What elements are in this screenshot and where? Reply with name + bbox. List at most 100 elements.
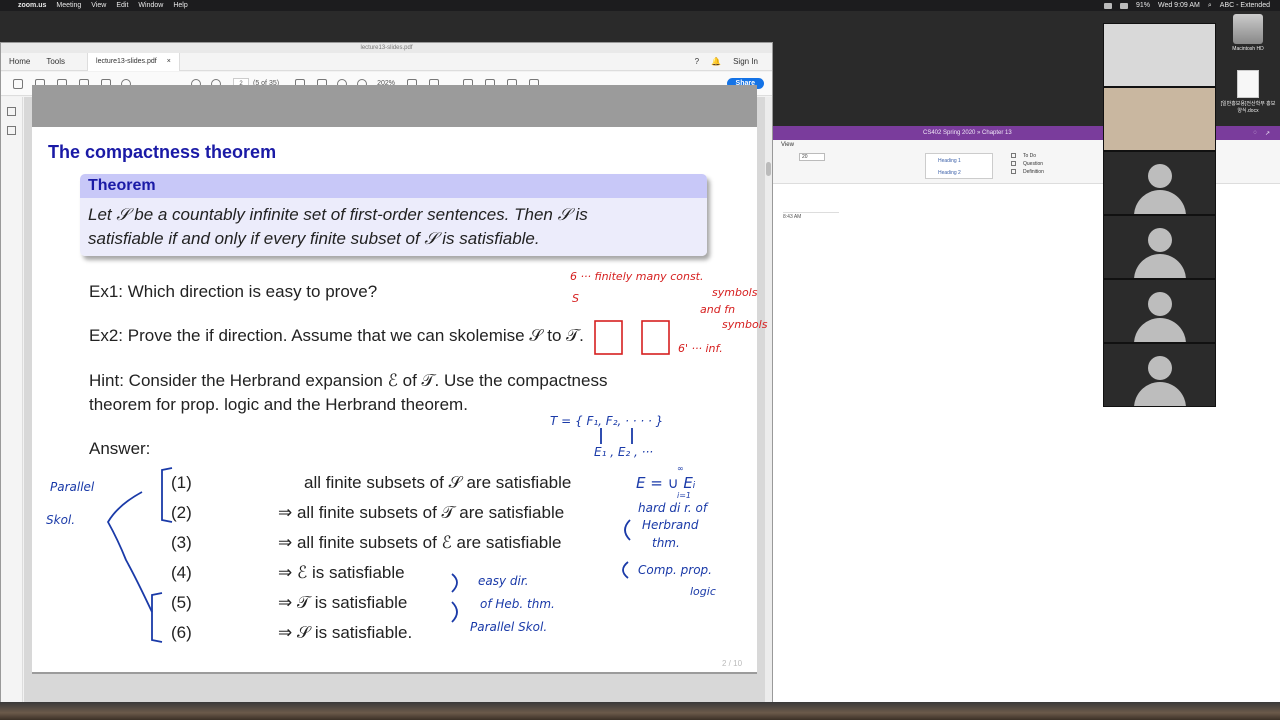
video-tile[interactable] bbox=[1104, 152, 1215, 214]
note-timestamp: 8:43 AM bbox=[783, 214, 802, 220]
video-tile[interactable] bbox=[1104, 280, 1215, 342]
video-tile[interactable] bbox=[1104, 344, 1215, 406]
avatar-icon bbox=[1148, 292, 1172, 316]
theorem-line-1: Let 𝒮 be a countably infinite set of fir… bbox=[88, 205, 588, 224]
theorem-line-2: satisfiable if and only if every finite … bbox=[88, 229, 540, 248]
hard-drive-icon bbox=[1233, 14, 1263, 44]
answer-num: (4) bbox=[171, 563, 192, 582]
menu-edit[interactable]: Edit bbox=[116, 2, 128, 9]
answer-num: (1) bbox=[171, 473, 192, 492]
video-tile[interactable] bbox=[1104, 216, 1215, 278]
tab-tools[interactable]: Tools bbox=[38, 57, 73, 66]
styles-gallery[interactable]: Heading 1 Heading 2 bbox=[925, 153, 993, 179]
dropbox-icon[interactable] bbox=[1103, 2, 1112, 9]
tab-document-label: lecture13-slides.pdf bbox=[96, 58, 157, 65]
style-heading-1[interactable]: Heading 1 bbox=[938, 158, 961, 164]
answer-num: (6) bbox=[171, 623, 192, 642]
exercise-1: Ex1: Which direction is easy to prove? bbox=[89, 282, 378, 301]
avatar-icon bbox=[1148, 228, 1172, 252]
desktop-doc-label: [일반홍보용]전산학부 홍보양식.docx bbox=[1220, 101, 1276, 114]
hint-line-1: Hint: Consider the Herbrand expansion ℰ … bbox=[89, 371, 608, 390]
help-icon[interactable]: ? bbox=[695, 57, 699, 66]
acrobat-window-title: lecture13-slides.pdf bbox=[1, 43, 772, 53]
menu-help[interactable]: Help bbox=[173, 2, 187, 9]
theorem-block: Theorem Let 𝒮 be a countably infinite se… bbox=[80, 174, 707, 256]
checkbox-icon bbox=[1011, 153, 1016, 158]
slide-footer-bar bbox=[32, 672, 757, 674]
tab-home[interactable]: Home bbox=[1, 57, 38, 66]
avatar-icon bbox=[1148, 356, 1172, 380]
tag-label: To Do bbox=[1023, 153, 1037, 159]
tag-question[interactable]: Question bbox=[1009, 160, 1099, 168]
scrollbar[interactable] bbox=[765, 97, 772, 705]
slide-header-bar bbox=[32, 85, 757, 127]
style-heading-2[interactable]: Heading 2 bbox=[938, 170, 961, 176]
slide-title: The compactness theorem bbox=[48, 142, 277, 162]
bookmark-icon[interactable] bbox=[13, 78, 23, 89]
hint-line-2: theorem for prop. logic and the Herbrand… bbox=[89, 395, 468, 414]
close-icon[interactable]: × bbox=[167, 58, 171, 65]
tag-label: Question bbox=[1023, 161, 1044, 167]
desktop-hd-label: Macintosh HD bbox=[1232, 46, 1264, 52]
answer-text: all finite subsets of 𝒮 are satisfiable bbox=[304, 473, 572, 492]
attachment-icon[interactable] bbox=[7, 126, 16, 135]
menu-view[interactable]: View bbox=[91, 2, 106, 9]
search-icon[interactable]: ⌕ bbox=[1208, 2, 1212, 10]
theorem-heading: Theorem bbox=[80, 174, 707, 198]
answer-text: ⇒ 𝒮 is satisfiable. bbox=[278, 623, 413, 642]
symbol-t: 𝒯 bbox=[566, 326, 580, 345]
answer-text: ⇒ ℰ is satisfiable bbox=[278, 563, 405, 582]
tag-todo[interactable]: To Do bbox=[1009, 152, 1099, 160]
answer-num: (2) bbox=[171, 503, 192, 522]
desktop-doc-icon[interactable]: [일반홍보용]전산학부 홍보양식.docx bbox=[1220, 70, 1276, 114]
wifi-icon[interactable] bbox=[1119, 2, 1128, 9]
answer-num: (3) bbox=[171, 533, 192, 552]
menu-meeting[interactable]: Meeting bbox=[56, 2, 81, 9]
avatar-body bbox=[1134, 254, 1186, 278]
sign-in-link[interactable]: Sign In bbox=[733, 57, 758, 66]
share-icon[interactable]: ↗ bbox=[1265, 130, 1270, 137]
slide-page: The compactness theorem Theorem Let 𝒮 be… bbox=[32, 85, 757, 674]
avatar-icon bbox=[1148, 164, 1172, 188]
answer-text: ⇒ all finite subsets of 𝒯 are satisfiabl… bbox=[278, 503, 565, 522]
symbol-s: 𝒮 bbox=[529, 326, 543, 345]
font-size-select[interactable]: 20 bbox=[799, 153, 825, 161]
menu-bar: zoom.us Meeting View Edit Window Help 91… bbox=[0, 0, 1280, 11]
tab-document[interactable]: lecture13-slides.pdf × bbox=[87, 52, 180, 71]
exercise-2: Ex2: Prove the if direction. Assume that… bbox=[89, 326, 584, 346]
left-rail bbox=[1, 97, 23, 705]
scroll-thumb[interactable] bbox=[766, 162, 771, 176]
menu-app-name[interactable]: zoom.us bbox=[18, 2, 46, 9]
question-icon bbox=[1011, 161, 1016, 166]
answer-text: ⇒ 𝒯 is satisfiable bbox=[278, 593, 408, 612]
answer-label: Answer: bbox=[89, 439, 151, 458]
input-source[interactable]: ABC - Extended bbox=[1220, 2, 1270, 9]
tags-gallery[interactable]: To Do Question Definition bbox=[1009, 152, 1099, 180]
video-tile[interactable] bbox=[1104, 88, 1215, 150]
acrobat-tab-bar: Home Tools lecture13-slides.pdf × ? 🔔 Si… bbox=[1, 52, 772, 71]
onenote-title: CS402 Spring 2020 » Chapter 13 bbox=[923, 130, 1012, 136]
battery-percent[interactable]: 91% bbox=[1136, 2, 1150, 9]
definition-icon bbox=[1011, 169, 1016, 174]
person-icon[interactable]: ◌ bbox=[1253, 130, 1257, 137]
tag-definition[interactable]: Definition bbox=[1009, 168, 1099, 176]
bell-icon[interactable]: 🔔 bbox=[711, 57, 721, 66]
desktop-hd-icon[interactable]: Macintosh HD bbox=[1226, 14, 1270, 52]
theorem-body: Let 𝒮 be a countably infinite set of fir… bbox=[80, 198, 707, 256]
exercise-2-end: . bbox=[579, 326, 584, 345]
avatar-body bbox=[1134, 190, 1186, 214]
slide-page-indicator: 2 / 10 bbox=[722, 659, 743, 668]
zoom-gallery bbox=[1103, 23, 1216, 407]
document-icon bbox=[1237, 70, 1259, 98]
answer-text: ⇒ all finite subsets of ℰ are satisfiabl… bbox=[278, 533, 562, 552]
avatar-body bbox=[1134, 382, 1186, 406]
exercise-2-to: to bbox=[542, 326, 567, 345]
note-divider bbox=[783, 212, 839, 213]
pages-icon[interactable] bbox=[7, 107, 16, 116]
video-tile[interactable] bbox=[1104, 24, 1215, 86]
menu-clock[interactable]: Wed 9:09 AM bbox=[1158, 2, 1200, 9]
menu-window[interactable]: Window bbox=[138, 2, 163, 9]
exercise-2-text: Ex2: Prove the if direction. Assume that… bbox=[89, 326, 530, 345]
desktop-wallpaper bbox=[0, 702, 1280, 720]
answer-num: (5) bbox=[171, 593, 192, 612]
